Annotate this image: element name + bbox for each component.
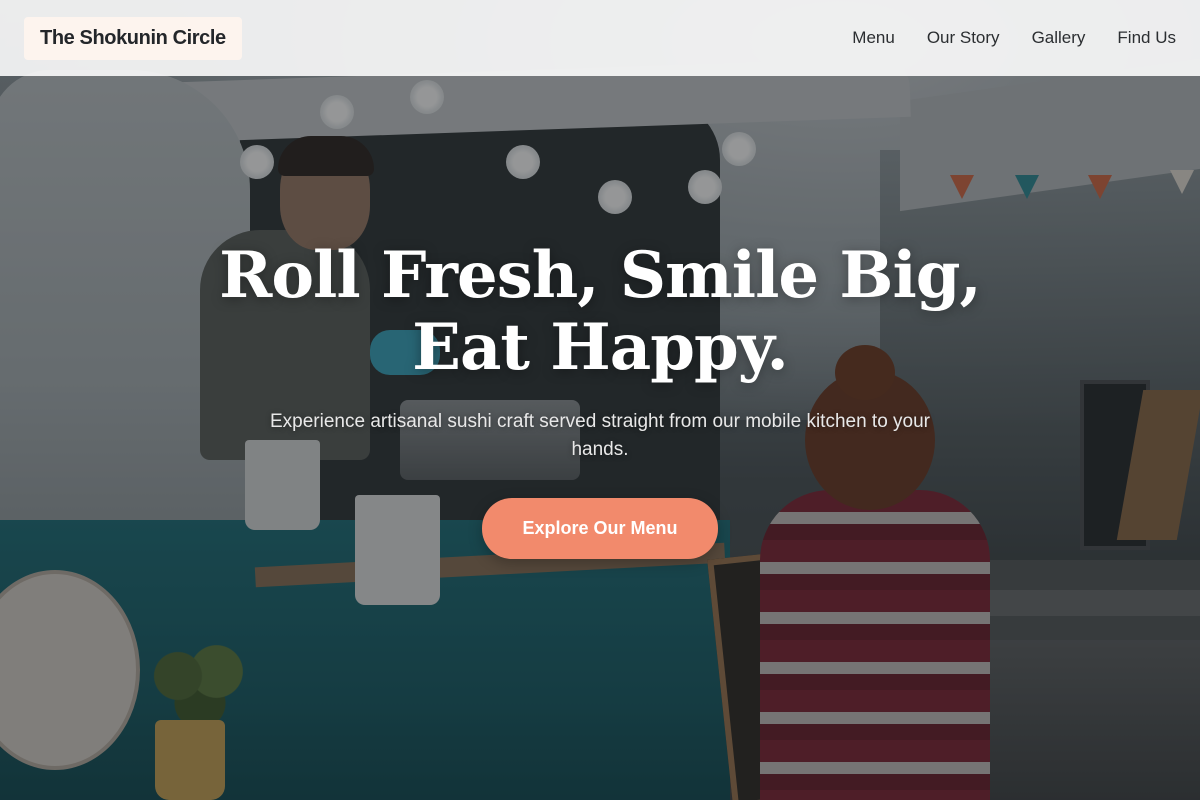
landing-page: The Shokunin Circle Menu Our Story Galle… [0, 0, 1200, 800]
nav-link-find-us[interactable]: Find Us [1117, 28, 1176, 48]
explore-menu-button[interactable]: Explore Our Menu [482, 498, 718, 559]
hero-title-line-1: Roll Fresh, Smile Big, [219, 238, 982, 313]
brand-logo[interactable]: The Shokunin Circle [24, 16, 242, 60]
nav-link-our-story[interactable]: Our Story [927, 28, 1000, 48]
main-nav: Menu Our Story Gallery Find Us [852, 28, 1176, 48]
hero-title: Roll Fresh, Smile Big, Eat Happy. [0, 240, 1200, 384]
nav-link-menu[interactable]: Menu [852, 28, 895, 48]
nav-link-gallery[interactable]: Gallery [1032, 28, 1086, 48]
hero-subtitle: Experience artisanal sushi craft served … [269, 411, 931, 460]
site-header: The Shokunin Circle Menu Our Story Galle… [0, 0, 1200, 76]
hero-section: Roll Fresh, Smile Big, Eat Happy. Experi… [0, 240, 1200, 559]
hero-title-line-2: Eat Happy. [412, 310, 789, 385]
